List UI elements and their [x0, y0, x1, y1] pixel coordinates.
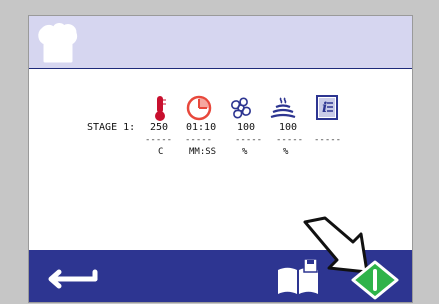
fan-unit: %	[242, 147, 248, 157]
fan-icon[interactable]	[226, 94, 256, 122]
oven-control-screen: i STAGE 1: 250 01:10 100 100 ----- -----…	[29, 16, 412, 302]
header-divider	[29, 68, 412, 69]
chef-hat-icon	[38, 23, 78, 63]
steam-divider: -----	[276, 135, 304, 145]
temperature-unit: C	[158, 147, 164, 157]
svg-text:i: i	[322, 100, 327, 116]
temperature-divider: -----	[145, 135, 173, 145]
start-icon	[351, 260, 399, 300]
back-arrow-icon	[48, 269, 98, 289]
clock-icon[interactable]	[184, 94, 214, 122]
time-unit: MM:SS	[189, 147, 217, 157]
stage-label: STAGE 1:	[87, 122, 136, 133]
start-button[interactable]	[350, 260, 400, 300]
time-divider: -----	[185, 135, 213, 145]
info-icon[interactable]: i	[312, 94, 342, 122]
steam-icon[interactable]	[268, 94, 298, 122]
thermometer-icon[interactable]	[145, 94, 175, 122]
steam-unit: %	[283, 147, 289, 157]
fan-divider: -----	[235, 135, 263, 145]
back-button[interactable]	[43, 262, 103, 292]
header-bar	[29, 16, 412, 68]
steam-value[interactable]: 100	[279, 122, 297, 133]
temperature-value[interactable]: 250	[150, 122, 168, 133]
fan-value[interactable]: 100	[237, 122, 255, 133]
time-value[interactable]: 01:10	[186, 122, 216, 133]
info-divider: -----	[314, 135, 342, 145]
